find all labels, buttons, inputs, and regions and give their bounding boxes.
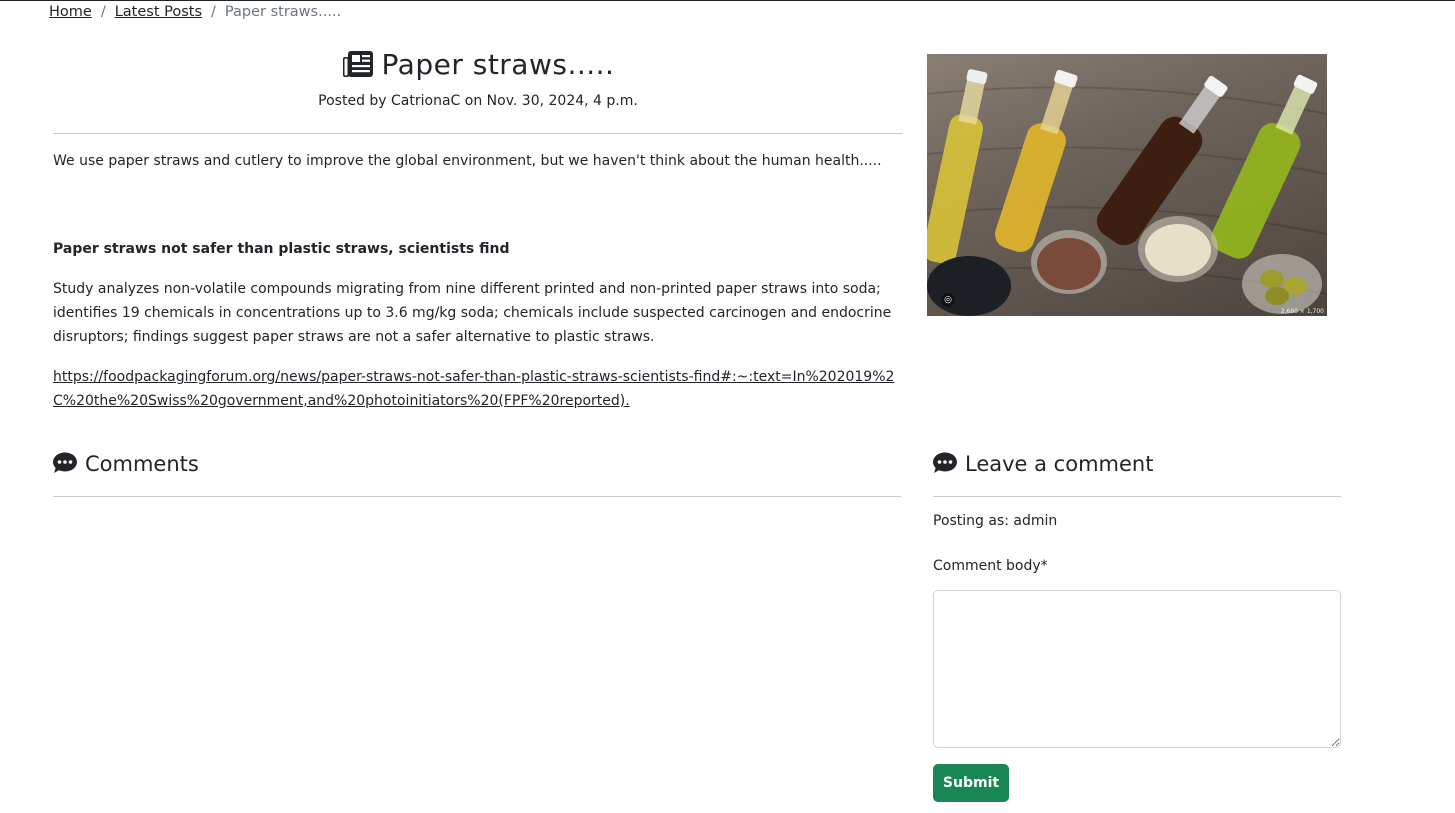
comment-dots-icon	[933, 452, 957, 473]
breadcrumb-separator: /	[100, 4, 106, 20]
post-divider	[53, 133, 903, 134]
breadcrumb: Home / Latest Posts / Paper straws.....	[49, 4, 341, 20]
post-meta: Posted by CatrionaC on Nov. 30, 2024, 4 …	[318, 93, 638, 109]
post-image: ◎ 2,680 × 1,700	[927, 54, 1327, 316]
form-divider	[933, 496, 1341, 497]
post-header: Paper straws..... Posted by CatrionaC on…	[53, 43, 903, 109]
post-body: Study analyzes non-volatile compounds mi…	[53, 281, 892, 345]
source-link[interactable]: https://foodpackagingforum.org/news/pape…	[53, 369, 894, 409]
posting-as-text: Posting as: admin	[933, 513, 1058, 529]
breadcrumb-latest-posts-link[interactable]: Latest Posts	[115, 4, 202, 20]
submit-button[interactable]: Submit	[933, 764, 1009, 802]
post-intro: We use paper straws and cutlery to impro…	[53, 153, 882, 169]
leave-comment-title: Leave a comment	[965, 452, 1154, 476]
post-title: Paper straws.....	[53, 43, 903, 87]
comments-divider	[53, 496, 901, 497]
comment-body-label: Comment body*	[933, 558, 1048, 574]
breadcrumb-current: Paper straws.....	[224, 4, 342, 20]
post-title-text: Paper straws.....	[381, 48, 615, 81]
leave-comment-heading: Leave a comment	[933, 450, 1153, 478]
image-size-badge: 2,680 × 1,700	[1280, 308, 1324, 315]
comments-heading: Comments	[53, 450, 199, 478]
breadcrumb-separator: /	[211, 4, 216, 20]
breadcrumb-home-link[interactable]: Home	[49, 4, 92, 20]
camera-icon: ◎	[941, 293, 955, 307]
newspaper-icon	[342, 51, 373, 77]
oil-bottles-illustration	[927, 69, 1327, 316]
comment-dots-icon	[53, 452, 77, 473]
post-subheading: Paper straws not safer than plastic stra…	[53, 241, 510, 257]
comments-title: Comments	[85, 452, 199, 476]
post-source: https://foodpackagingforum.org/news/pape…	[53, 365, 905, 413]
comment-body-textarea[interactable]	[933, 590, 1341, 748]
